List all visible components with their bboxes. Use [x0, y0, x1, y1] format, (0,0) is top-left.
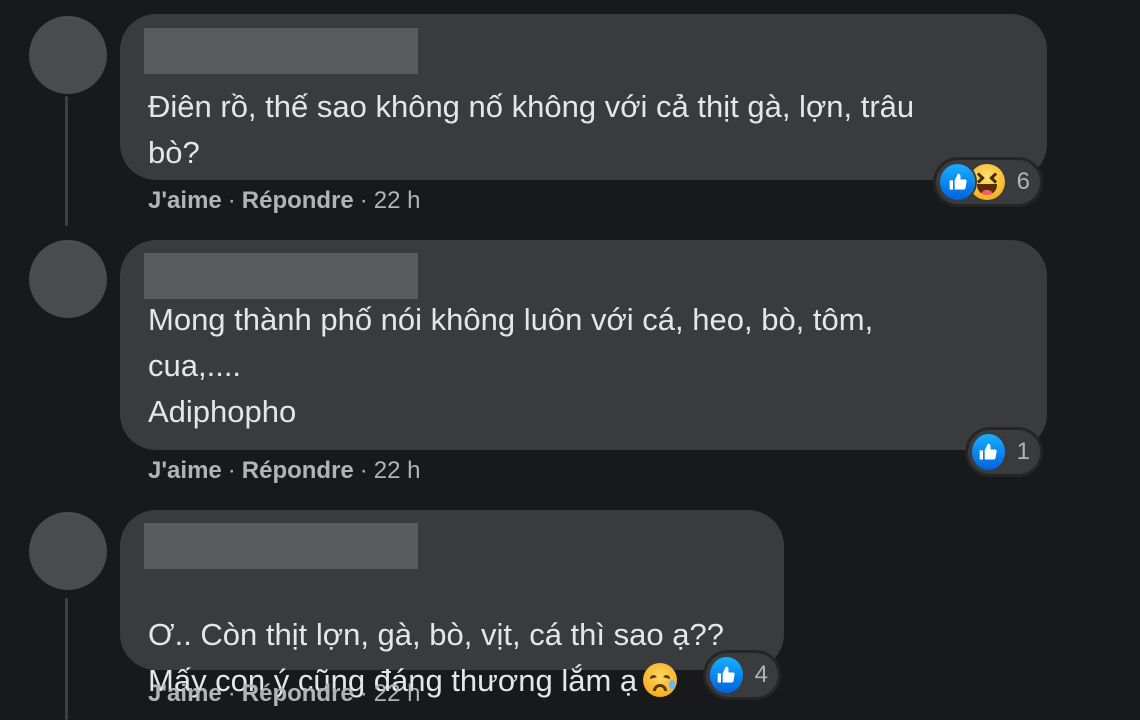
reaction-count: 4: [754, 661, 768, 688]
separator: ·: [359, 457, 368, 484]
like-icon: [972, 434, 1005, 470]
reaction-summary[interactable]: 1: [968, 430, 1040, 474]
comment-text: Điên rồ, thế sao không nố không với cả t…: [148, 89, 915, 170]
timestamp[interactable]: 22 h: [374, 457, 421, 485]
comment-bubble: Mong thành phố nói không luôn với cá, he…: [120, 240, 1047, 450]
redacted-author-name: [144, 523, 418, 569]
comment-bubble: Ơ.. Còn thịt lợn, gà, bò, vịt, cá thì sa…: [120, 510, 784, 698]
reply-link[interactable]: Répondre: [242, 187, 354, 215]
thread-line: [65, 598, 68, 720]
separator: ·: [359, 680, 368, 707]
reply-link[interactable]: Répondre: [242, 457, 354, 485]
thread-line: [65, 96, 68, 226]
redacted-author-name: [144, 253, 418, 299]
comment-text: Mong thành phố nói không luôn với cá, he…: [148, 302, 874, 429]
comment-actions: J'aime · Répondre · 22 h: [148, 457, 421, 485]
reaction-summary[interactable]: 6: [936, 160, 1040, 204]
timestamp[interactable]: 22 h: [374, 680, 421, 708]
reaction-count: 1: [1016, 438, 1030, 465]
like-link[interactable]: J'aime: [148, 187, 222, 215]
timestamp[interactable]: 22 h: [374, 187, 421, 215]
comment-actions: J'aime · Répondre · 22 h: [148, 187, 421, 215]
like-icon: [710, 657, 743, 693]
like-icon: [940, 164, 976, 200]
comment-bubble: Điên rồ, thế sao không nố không với cả t…: [120, 14, 1047, 180]
separator: ·: [359, 187, 368, 214]
like-link[interactable]: J'aime: [148, 680, 222, 708]
like-link[interactable]: J'aime: [148, 457, 222, 485]
avatar[interactable]: [29, 240, 107, 318]
reaction-summary[interactable]: 4: [706, 653, 778, 697]
avatar[interactable]: [29, 512, 107, 590]
sad-face-emoji: [643, 663, 678, 697]
separator: ·: [227, 187, 236, 214]
comment-thread: Điên rồ, thế sao không nố không với cả t…: [0, 0, 1140, 720]
reaction-count: 6: [1016, 168, 1030, 195]
separator: ·: [227, 457, 236, 484]
avatar[interactable]: [29, 16, 107, 94]
comment-actions: J'aime · Répondre · 22 h: [148, 680, 421, 708]
reply-link[interactable]: Répondre: [242, 680, 354, 708]
separator: ·: [227, 680, 236, 707]
redacted-author-name: [144, 28, 418, 74]
